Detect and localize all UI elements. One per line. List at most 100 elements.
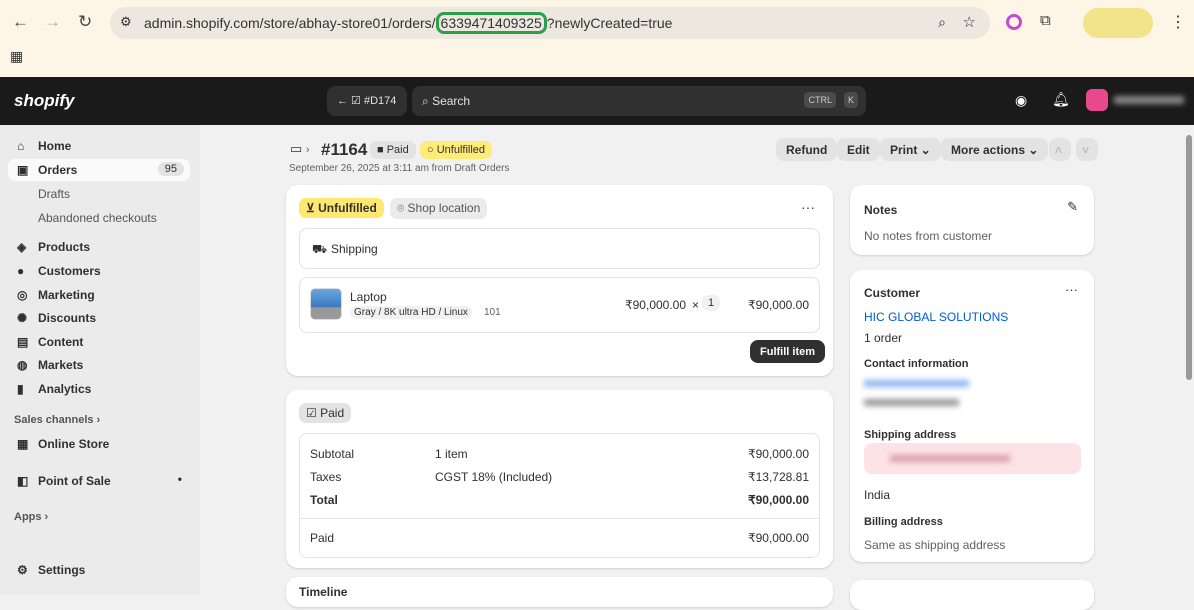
tag-icon: ◈ [17, 240, 27, 254]
label: Apps [14, 511, 42, 523]
customer-title: Customer [864, 286, 921, 300]
payment-status: ☑ Paid [299, 403, 352, 423]
fulfill-item-button[interactable]: Fulfill item [750, 340, 825, 363]
item-price: ₹90,000.00 [625, 298, 687, 312]
orders-count-badge: 95 [157, 162, 184, 176]
sidebar-item-orders[interactable]: ▣ Orders 95 [8, 159, 190, 181]
sidebar-item-home[interactable]: ⌂ Home [8, 135, 190, 157]
gear-icon: ⚙ [17, 563, 28, 577]
bell-icon[interactable]: 🔔︎ [1052, 91, 1070, 108]
label: Paid [386, 144, 409, 156]
truck-icon: ⛟ [312, 242, 328, 256]
order-subtitle: September 26, 2025 at 3:11 am from Draft… [289, 163, 510, 174]
pencil-icon[interactable]: ✎ [1067, 199, 1078, 215]
desc: CGST 18% (Included) [435, 470, 553, 484]
shopify-logo[interactable]: shopify [14, 91, 74, 111]
browser-chrome: ← → ↻ ⚙ admin.shopify.com/store/abhay-st… [0, 0, 1194, 77]
refund-button[interactable]: Refund [776, 138, 838, 161]
sidebar-item-analytics[interactable]: ▮ Analytics [8, 378, 190, 400]
label: Markets [38, 358, 84, 372]
label: Subtotal [310, 447, 355, 461]
site-info-icon[interactable]: ⚙ [120, 14, 132, 30]
label: Online Store [38, 437, 110, 451]
profile-button[interactable] [1083, 8, 1153, 38]
item-name[interactable]: Laptop [350, 290, 387, 304]
sales-channels-link[interactable]: Sales channels › [14, 414, 100, 426]
notes-card: Notes ✎ No notes from customer [850, 185, 1094, 255]
address-warning[interactable] [864, 443, 1081, 474]
target-icon: ◎ [17, 288, 28, 302]
zoom-icon[interactable]: ⌕ [938, 14, 946, 31]
label: Taxes [310, 470, 342, 484]
next-card [850, 580, 1094, 610]
apps-link[interactable]: Apps › [14, 511, 48, 523]
extensions-icon[interactable]: ⧉ [1040, 12, 1051, 29]
label: Content [38, 335, 84, 349]
label: Unfulfilled [318, 201, 377, 215]
edit-button[interactable]: Edit [837, 138, 880, 161]
forward-icon[interactable]: → [44, 12, 61, 32]
sidebar-item-customers[interactable]: ● Customers [8, 260, 190, 282]
item-sku: 101 [484, 307, 501, 318]
sidebar-item-products[interactable]: ◈ Products [8, 236, 190, 258]
timeline-title: Timeline [299, 585, 348, 599]
kbd-k: K [843, 92, 858, 108]
customer-name-link[interactable]: HIC GLOBAL SOLUTIONS [864, 310, 1008, 324]
shipping-box: ⛟ Shipping [299, 228, 820, 269]
previous-order-button[interactable]: ˄ [1049, 138, 1071, 161]
order-title: #1164 [321, 140, 368, 159]
sidebar-item-abandoned[interactable]: Abandoned checkouts [38, 211, 157, 225]
reload-icon[interactable]: ↻ [78, 12, 92, 32]
label: Shop location [407, 201, 481, 215]
avatar[interactable] [1086, 89, 1108, 111]
extension-icon[interactable] [1006, 14, 1022, 30]
taxes-row: Taxes CGST 18% (Included) ₹13,728.81 [310, 470, 809, 484]
search-input[interactable]: ⌕ Search CTRL K [412, 86, 866, 116]
label: Paid [320, 406, 345, 420]
amount: ₹90,000.00 [747, 447, 809, 461]
more-icon[interactable]: ··· [801, 199, 815, 215]
label: Discounts [38, 311, 97, 325]
store-icon[interactable]: ◉ [1015, 92, 1027, 109]
sidebar-item-marketing[interactable]: ◎ Marketing [8, 284, 190, 306]
label: Sales channels [14, 414, 94, 426]
draft-order-back-button[interactable]: ← ☑ #D174 [327, 86, 407, 116]
next-order-button[interactable]: ˅ [1076, 138, 1098, 161]
url-query: ?newlyCreated=true [546, 15, 673, 31]
customer-phone [864, 399, 959, 406]
star-icon[interactable]: ☆ [963, 13, 976, 31]
more-actions-button[interactable]: More actions ⌄ [941, 138, 1049, 161]
apps-grid-icon[interactable]: ▦ [10, 48, 23, 65]
account-name[interactable] [1114, 96, 1184, 104]
label: Home [38, 139, 72, 153]
print-button[interactable]: Print ⌄ [880, 138, 941, 161]
url-text: admin.shopify.com/store/abhay-store01/or… [144, 15, 436, 31]
customer-orders: 1 order [864, 331, 903, 345]
customer-email[interactable] [864, 380, 969, 387]
label: Analytics [38, 382, 92, 396]
sidebar: ⌂ Home ▣ Orders 95 Drafts Abandoned checkou… [0, 125, 200, 595]
label: Unfulfilled [436, 144, 486, 156]
sidebar-item-pos[interactable]: ◧ Point of Sale • [8, 470, 190, 492]
sidebar-item-online-store[interactable]: ▦ Online Store [8, 433, 190, 455]
desc: 1 item [435, 447, 468, 461]
orders-breadcrumb-icon[interactable]: ▭ › [290, 141, 310, 157]
notes-text: No notes from customer [864, 229, 993, 243]
label: Orders [38, 163, 78, 177]
back-icon[interactable]: ← [12, 12, 29, 32]
sidebar-item-content[interactable]: ▤ Content [8, 331, 190, 353]
sidebar-item-markets[interactable]: ◍ Markets [8, 354, 190, 376]
sidebar-item-drafts[interactable]: Drafts [38, 187, 70, 201]
location-pill: ⌾ Shop location [390, 198, 488, 219]
shopify-topbar: shopify ← ☑ #D174 ⌕ Search CTRL K ◉ 🔔︎ [0, 77, 1194, 125]
pos-icon: ◧ [17, 474, 29, 488]
item-qty: 1 [702, 295, 721, 311]
menu-icon[interactable]: ⋮ [1170, 12, 1186, 32]
sidebar-item-discounts[interactable]: ✺ Discounts [8, 307, 190, 329]
notes-title: Notes [864, 203, 898, 217]
subtotal-row: Subtotal 1 item ₹90,000.00 [310, 447, 809, 461]
sidebar-item-settings[interactable]: ⚙ Settings [8, 559, 190, 581]
address-bar[interactable]: ⚙ admin.shopify.com/store/abhay-store01/… [110, 7, 990, 39]
scrollbar[interactable] [1186, 135, 1192, 380]
more-icon[interactable]: ··· [1065, 282, 1078, 297]
